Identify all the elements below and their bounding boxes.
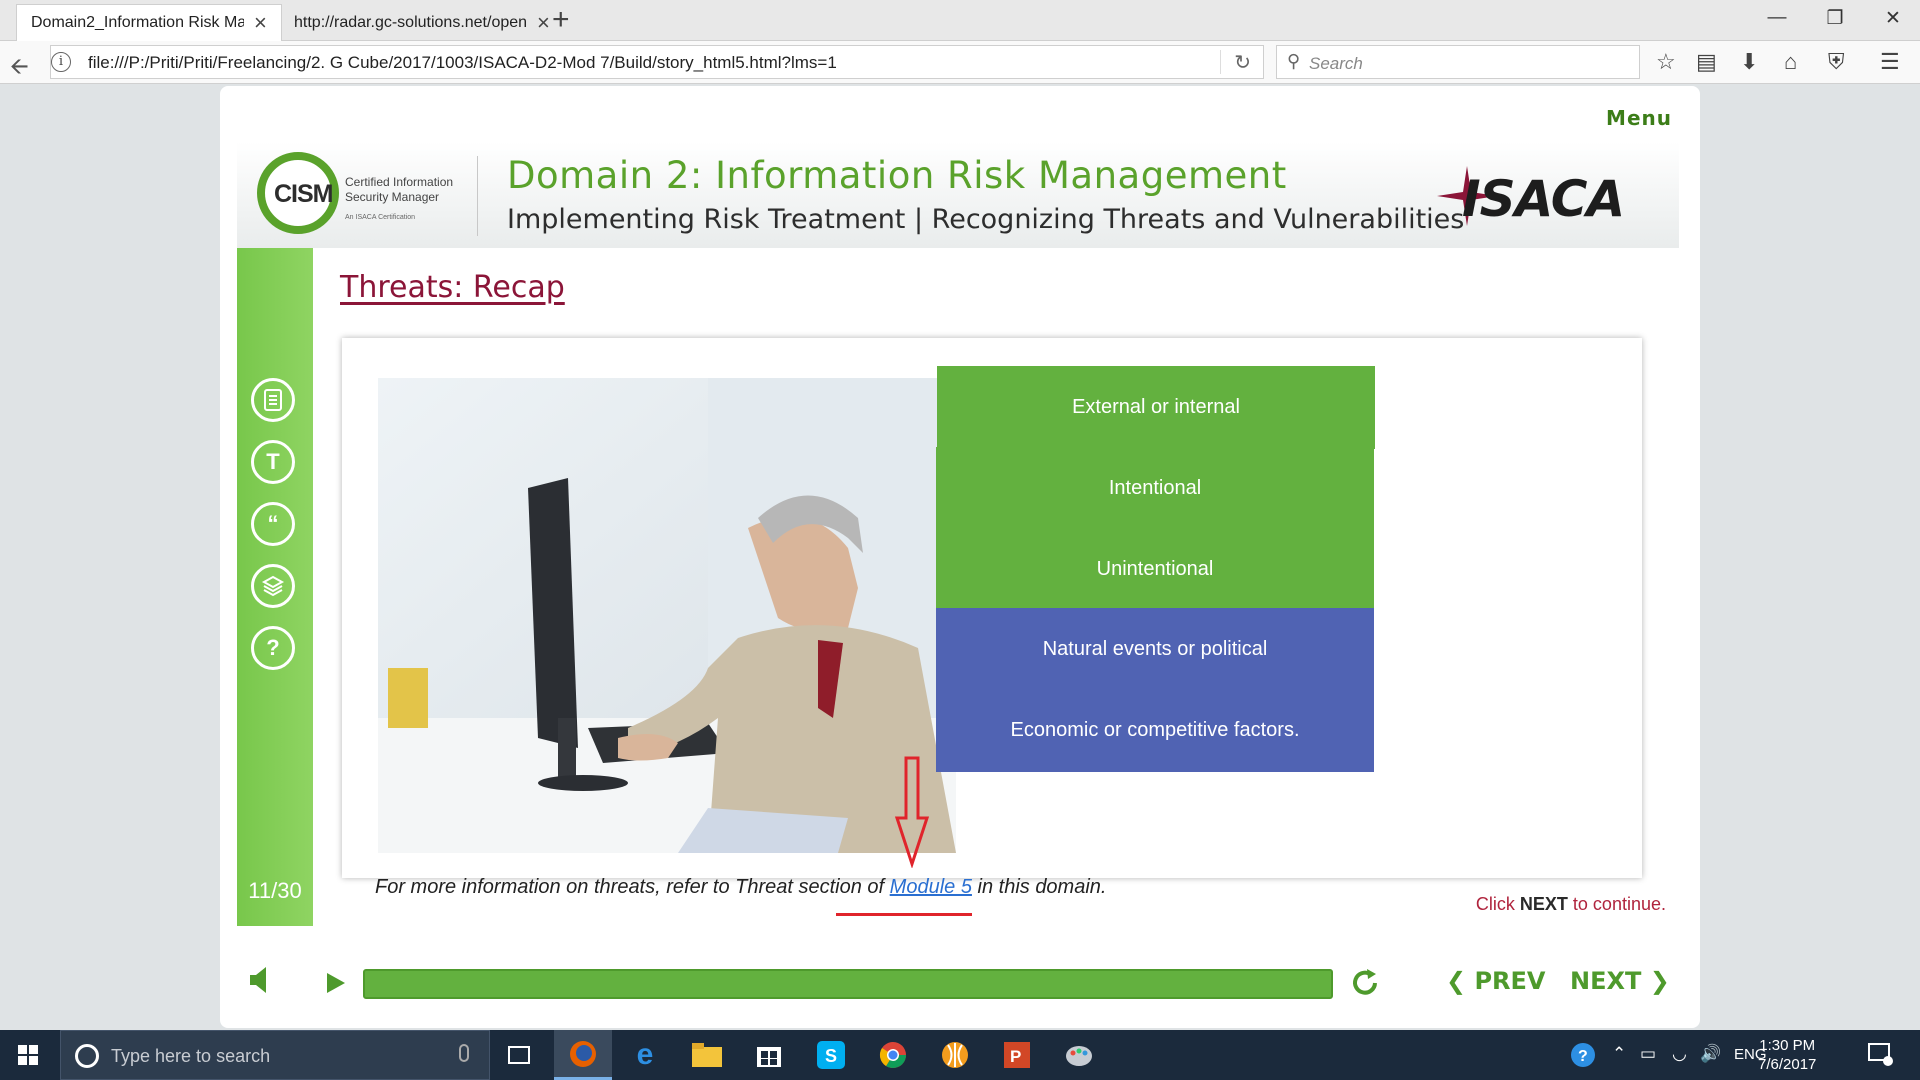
firefox-icon[interactable]	[554, 1030, 612, 1080]
chrome-icon[interactable]	[864, 1030, 922, 1080]
cism-logo-subtitle: Certified Information Security Manager	[345, 175, 454, 204]
edge-icon[interactable]: e	[616, 1030, 674, 1080]
module-5-link[interactable]: Module 5	[890, 876, 972, 898]
option-intentional[interactable]: Intentional	[936, 447, 1374, 530]
search-box[interactable]: ⚲ Search	[1276, 45, 1640, 79]
info-icon[interactable]: i	[51, 52, 71, 72]
home-icon[interactable]: ⌂	[1784, 50, 1797, 74]
address-bar[interactable]: i file:///P:/Priti/Priti/Freelancing/2. …	[50, 45, 1264, 79]
course-sidebar: T “ ? 11/30	[237, 248, 313, 926]
course-banner: CISM Certified Information Security Mana…	[237, 142, 1679, 248]
tab-radar[interactable]: http://radar.gc-solutions.net/openurl ×	[280, 4, 564, 41]
tab-domain2[interactable]: Domain2_Information Risk Management ×	[16, 4, 282, 41]
annotation-underline	[836, 913, 972, 916]
option-economic-competitive[interactable]: Economic or competitive factors.	[936, 689, 1374, 772]
system-clock[interactable]: 1:30 PM 7/6/2017	[1758, 1036, 1816, 1074]
replay-icon[interactable]	[1350, 968, 1380, 998]
option-external-internal[interactable]: External or internal	[937, 366, 1375, 449]
slide-counter: 11/30	[248, 878, 302, 903]
reading-list-icon[interactable]: ▤	[1696, 50, 1717, 74]
next-button[interactable]: NEXT ❯	[1570, 967, 1670, 995]
banner-divider	[477, 156, 478, 236]
new-tab-icon[interactable]: +	[552, 5, 570, 35]
back-arrow-icon[interactable]: 🡨	[10, 50, 29, 89]
close-tab-icon[interactable]: ×	[254, 12, 267, 34]
close-tab-icon[interactable]: ×	[537, 11, 550, 34]
skype-icon[interactable]: S	[802, 1030, 860, 1080]
seek-bar[interactable]	[363, 969, 1333, 999]
notes-icon[interactable]	[251, 378, 295, 422]
svg-text:?: ?	[1578, 1048, 1588, 1065]
windows-taskbar: Type here to search e S P ? ⌃ ▭ ◡ 🔊 ENG …	[0, 1030, 1920, 1080]
content-card: External or internal Intentional Uninten…	[342, 338, 1642, 878]
prev-button[interactable]: ❮ PREV	[1446, 967, 1546, 995]
click-next-hint: Click NEXT to continue.	[1475, 894, 1666, 914]
store-icon[interactable]	[740, 1030, 798, 1080]
annotation-arrow-icon	[895, 756, 929, 868]
play-icon[interactable]	[327, 973, 345, 993]
quote-icon[interactable]: “	[251, 502, 295, 546]
chevron-up-icon[interactable]: ⌃	[1612, 1044, 1626, 1064]
download-icon[interactable]: ⬇	[1740, 50, 1758, 74]
domain-subtitle: Implementing Risk Treatment | Recognizin…	[507, 204, 1465, 235]
search-icon: ⚲	[1287, 51, 1301, 71]
windows-start-icon[interactable]	[18, 1045, 38, 1065]
volume-icon[interactable]	[250, 967, 270, 993]
office-worker-photo	[378, 378, 956, 853]
bookmark-star-icon[interactable]: ☆	[1656, 50, 1676, 74]
paint-icon[interactable]	[1050, 1030, 1108, 1080]
course-player: Menu CISM Certified Information Security…	[220, 86, 1700, 1028]
browser-nav-bar: 🡨 i file:///P:/Priti/Priti/Freelancing/2…	[0, 41, 1920, 84]
hamburger-menu-icon[interactable]: ☰	[1880, 50, 1900, 74]
help-tray-icon[interactable]: ?	[1570, 1042, 1596, 1068]
restore-icon[interactable]: ❐	[1806, 0, 1864, 36]
slide-title: Threats: Recap	[340, 270, 565, 305]
resources-icon[interactable]	[251, 564, 295, 608]
tab-title: http://radar.gc-solutions.net/openurl	[294, 13, 527, 31]
notifications-icon[interactable]	[1868, 1043, 1894, 1067]
svg-text:S: S	[825, 1046, 837, 1066]
taskbar-search-placeholder: Type here to search	[111, 1046, 271, 1066]
search-placeholder: Search	[1309, 54, 1363, 73]
taskbar-search[interactable]: Type here to search	[60, 1030, 490, 1080]
domain-title: Domain 2: Information Risk Management	[507, 154, 1287, 197]
powerpoint-icon[interactable]: P	[988, 1030, 1046, 1080]
help-icon[interactable]: ?	[251, 626, 295, 670]
microphone-icon[interactable]	[459, 1044, 469, 1062]
task-view-icon[interactable]	[490, 1030, 548, 1080]
divider	[1220, 50, 1221, 74]
minimize-icon[interactable]: —	[1748, 0, 1806, 36]
svg-text:P: P	[1010, 1047, 1021, 1066]
browser-tab-bar: Domain2_Information Risk Management × ht…	[0, 0, 1920, 41]
reload-icon[interactable]: ↻	[1234, 50, 1251, 75]
cortana-icon	[75, 1044, 99, 1068]
option-natural-political[interactable]: Natural events or political	[936, 608, 1374, 691]
isaca-logo: ISACA	[1462, 170, 1625, 228]
app-orange-icon[interactable]	[926, 1030, 984, 1080]
url-text[interactable]: file:///P:/Priti/Priti/Freelancing/2. G …	[88, 53, 837, 73]
cism-logo: CISM	[274, 180, 333, 208]
battery-icon[interactable]: ▭	[1640, 1044, 1656, 1064]
menu-button[interactable]: Menu	[1606, 106, 1672, 130]
pocket-icon[interactable]: ⛨	[1828, 50, 1845, 74]
tab-title: Domain2_Information Risk Management	[31, 14, 244, 31]
transcript-icon[interactable]: T	[251, 440, 295, 484]
file-explorer-icon[interactable]	[678, 1030, 736, 1080]
wifi-icon[interactable]: ◡	[1672, 1044, 1687, 1064]
player-controls: ❮ PREV NEXT ❯	[220, 941, 1700, 1021]
footnote-text: For more information on threats, refer t…	[375, 876, 1107, 898]
option-unintentional[interactable]: Unintentional	[936, 528, 1374, 611]
speaker-icon[interactable]: 🔊	[1700, 1044, 1721, 1064]
close-window-icon[interactable]: ✕	[1864, 0, 1920, 36]
cism-logo-tagline: An ISACA Certification	[345, 214, 416, 221]
